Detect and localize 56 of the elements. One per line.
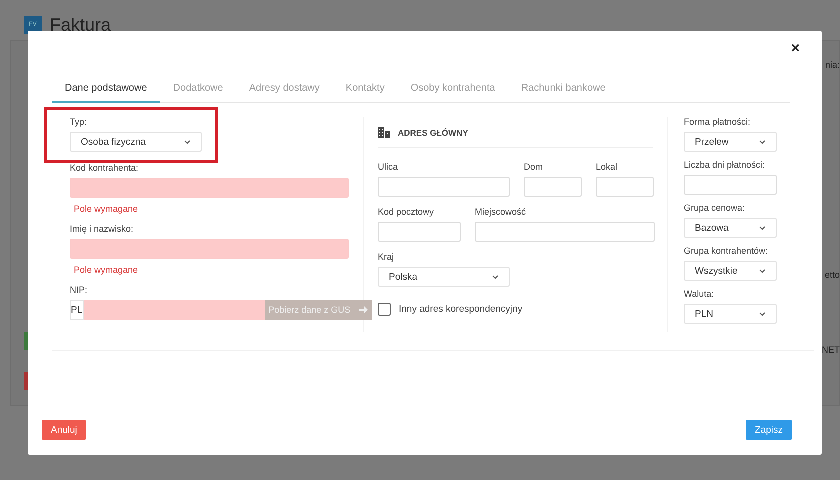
dropdown[interactable]: Bazowa [684,218,777,238]
field-label: NIP: [70,285,89,295]
input-field[interactable] [475,222,655,242]
dropdown-value: Osoba fizyczna [81,136,146,148]
field-label: Ulica [378,162,400,172]
input-field[interactable] [524,177,582,197]
input-field[interactable] [684,175,777,195]
caret-icon [759,268,766,274]
checkbox[interactable] [378,303,391,316]
field-label: Forma płatności: [684,117,752,127]
tab[interactable]: Dane podstawowe [52,83,160,103]
caret-icon [759,140,766,144]
input-field[interactable] [378,177,510,197]
input-field[interactable] [84,300,265,320]
dropdown-value: Wszystkie [695,266,738,276]
dropdown[interactable]: Przelew [684,132,777,152]
field-label: Typ: [70,117,88,127]
arrow-right-icon [358,306,368,314]
field-label: Waluta: [684,289,716,299]
column-header: nia: [825,60,840,70]
dropdown[interactable]: PLN [684,304,777,324]
error-message: Pole wymagane [74,204,140,214]
caret-icon [184,140,191,144]
checkbox-label: Inny adres korespondencyjny [399,304,523,315]
input-field[interactable] [70,178,349,198]
building-icon [378,127,390,138]
field-label: Grupa cenowa: [684,203,746,213]
input-field[interactable] [70,239,349,259]
field-label: Miejscowość [475,207,528,217]
field-label: Lokal [596,162,619,172]
field-label: Kod pocztowy [378,207,436,217]
dropdown-value: Przelew [695,136,729,148]
dropdown-value: Bazowa [695,222,729,234]
dropdown[interactable]: Wszystkie [684,261,777,281]
dropdown-value: Polska [389,272,418,282]
caret-icon [492,274,499,280]
column-header: etto [824,270,840,280]
field-label: Imię i nazwisko: [70,224,135,234]
dropdown[interactable]: Osoba fizyczna [70,132,202,152]
field-label: Kod kontrahenta: [70,163,140,173]
page-title: Faktura [50,14,112,36]
dropdown-value: PLN [695,308,714,320]
country-prefix: PL [70,300,84,320]
field-label: Kraj [378,252,396,262]
field-label: Dom [524,162,544,172]
section-title: ADRES GŁÓWNY [398,128,468,138]
input-field[interactable] [596,177,654,197]
field-label: Liczba dni płatności: [684,160,766,170]
input-field[interactable] [378,222,461,242]
caret-icon [759,312,766,316]
caret-icon [759,226,766,230]
close-button[interactable]: × [785,39,806,58]
column-header: NET [822,345,840,355]
error-message: Pole wymagane [74,265,140,275]
field-label: Grupa kontrahentów: [684,246,770,256]
dropdown[interactable]: Polska [378,267,510,287]
